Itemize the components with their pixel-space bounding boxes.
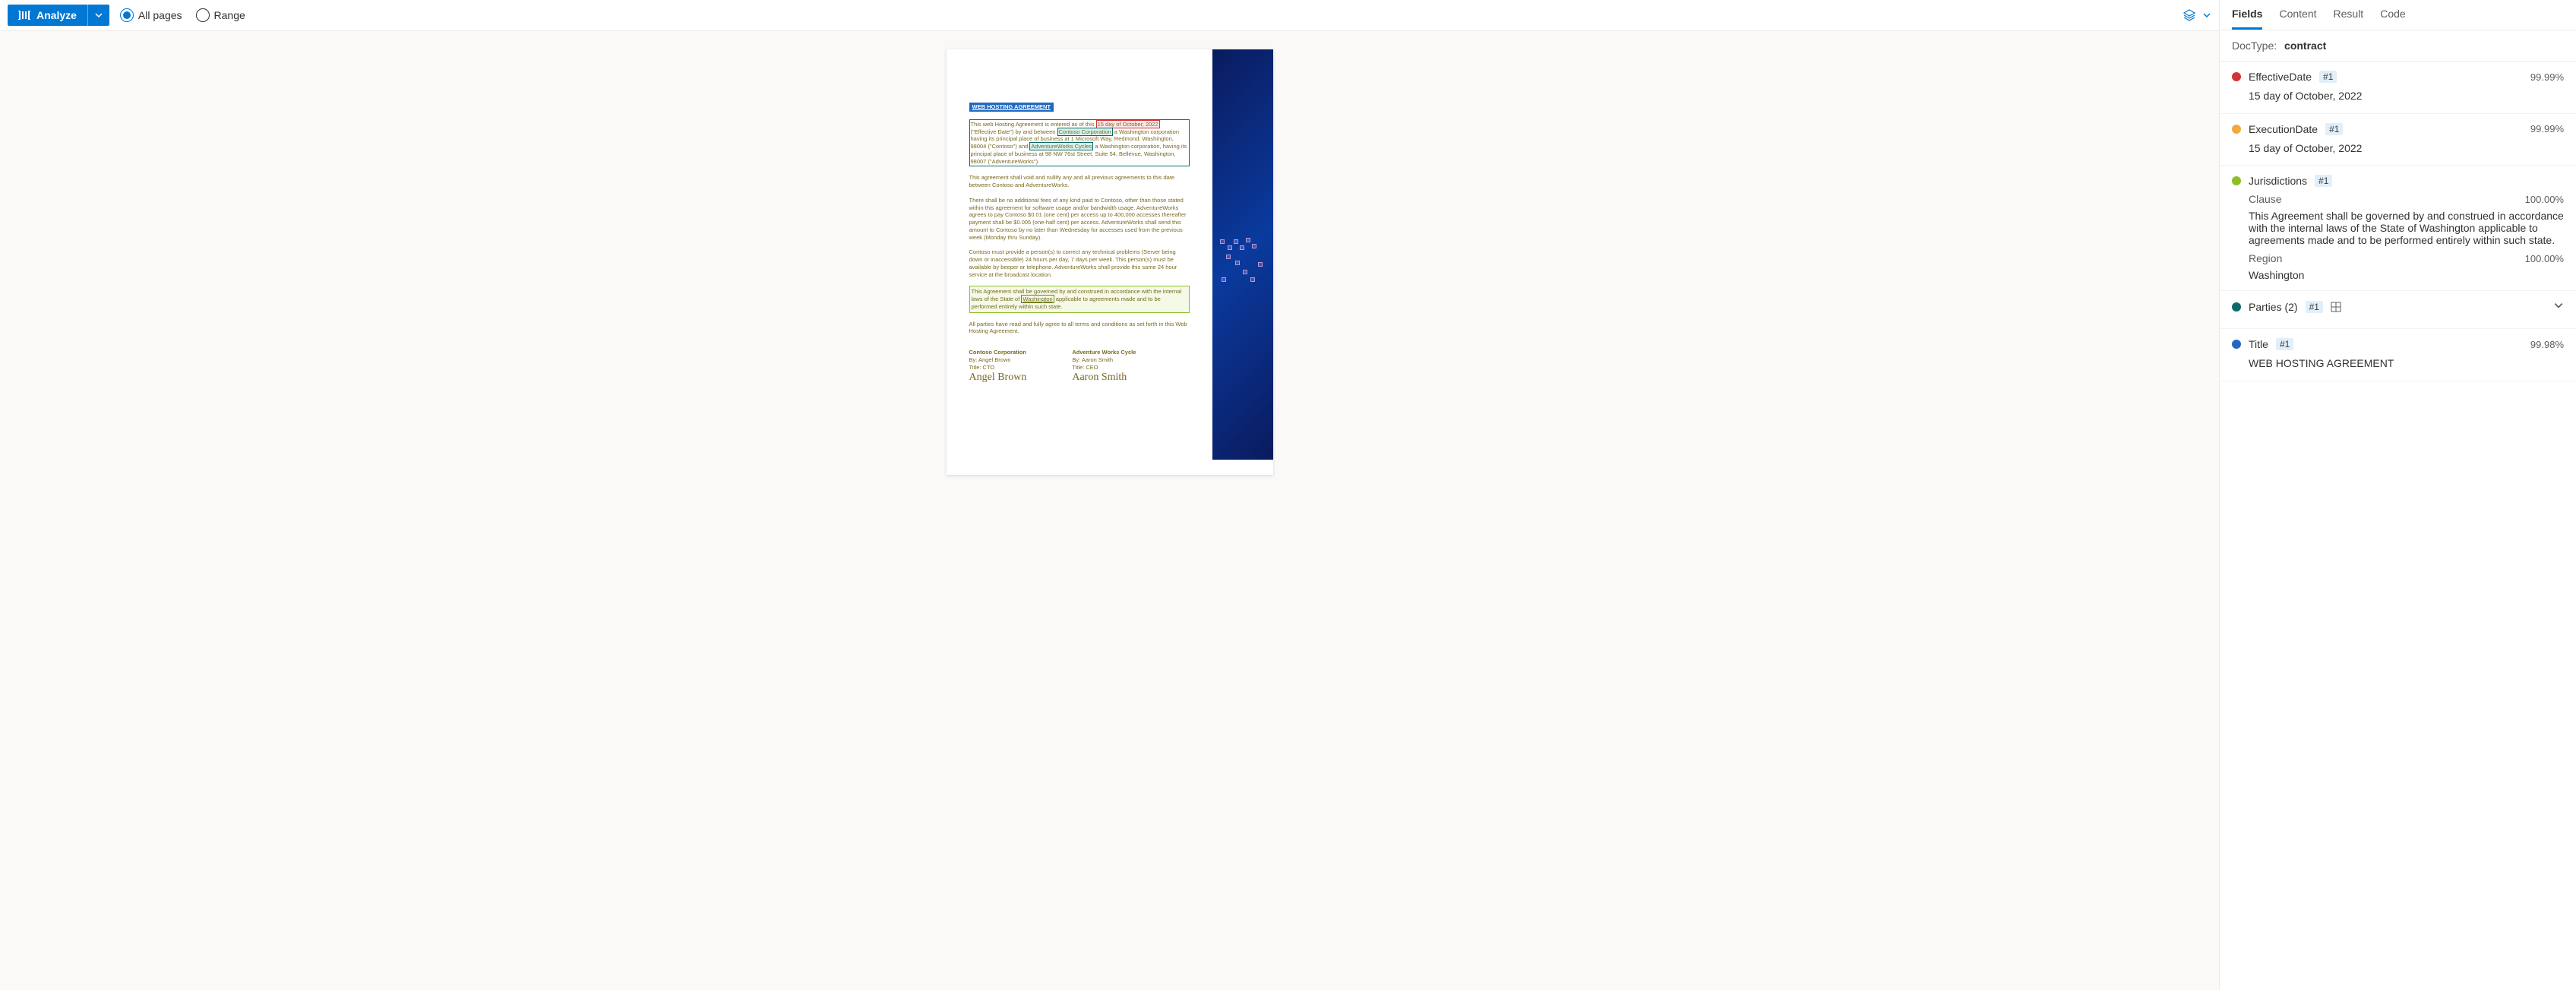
field-badge: #1	[2325, 123, 2343, 135]
field-parties[interactable]: Parties (2) #1	[2220, 291, 2576, 329]
field-swatch	[2232, 72, 2241, 81]
sub-label: Clause	[2249, 193, 2282, 205]
panel-tabs: Fields Content Result Code	[2220, 0, 2576, 30]
field-badge: #1	[2306, 301, 2323, 313]
tab-fields[interactable]: Fields	[2232, 8, 2262, 30]
field-confidence: 99.98%	[2530, 339, 2564, 350]
tab-content[interactable]: Content	[2279, 8, 2316, 30]
layers-icon	[2182, 8, 2196, 22]
radio-icon	[196, 8, 210, 22]
all-pages-label: All pages	[138, 9, 182, 21]
doc-paragraph: This web Hosting Agreement is entered as…	[969, 119, 1190, 167]
doctype-label: DocType:	[2232, 40, 2277, 52]
signature-block: Adventure Works Cycle By: Aaron Smith Ti…	[1072, 349, 1136, 384]
field-jurisdictions[interactable]: Jurisdictions #1 Clause 100.00% This Agr…	[2220, 166, 2576, 291]
field-effective-date[interactable]: EffectiveDate #1 99.99% 15 day of Octobe…	[2220, 62, 2576, 114]
doc-title: WEB HOSTING AGREEMENT	[969, 103, 1054, 112]
field-badge: #1	[2276, 338, 2293, 350]
field-confidence: 99.99%	[2530, 71, 2564, 83]
field-name: Title	[2249, 338, 2268, 350]
document-graphic	[1212, 49, 1273, 460]
toolbar: Analyze All pages Range	[0, 0, 2219, 31]
signature-row: Contoso Corporation By: Angel Brown Titl…	[969, 349, 1250, 384]
field-swatch	[2232, 340, 2241, 349]
doc-paragraph: This agreement shall void and nullify an…	[969, 174, 1190, 189]
doctype-value: contract	[2284, 40, 2326, 52]
table-icon	[2331, 302, 2341, 312]
field-name: Jurisdictions	[2249, 175, 2307, 187]
sub-confidence: 100.00%	[2525, 253, 2564, 264]
document-page: WEB HOSTING AGREEMENT This web Hosting A…	[947, 49, 1273, 475]
field-value: WEB HOSTING AGREEMENT	[2232, 356, 2564, 372]
analyze-button-group: Analyze	[8, 5, 109, 26]
page-scope-radio-group: All pages Range	[120, 8, 245, 22]
tab-result[interactable]: Result	[2334, 8, 2364, 30]
sub-label: Region	[2249, 252, 2282, 264]
field-execution-date[interactable]: ExecutionDate #1 99.99% 15 day of Octobe…	[2220, 114, 2576, 166]
sub-value: Washington	[2232, 269, 2564, 281]
analyze-dropdown-button[interactable]	[87, 5, 109, 26]
document-canvas[interactable]: WEB HOSTING AGREEMENT This web Hosting A…	[0, 31, 2219, 990]
tab-code[interactable]: Code	[2380, 8, 2405, 30]
field-badge: #1	[2319, 71, 2337, 83]
chevron-down-icon	[2553, 300, 2564, 313]
chevron-down-icon	[2202, 11, 2211, 20]
all-pages-radio[interactable]: All pages	[120, 8, 182, 22]
chevron-down-icon	[94, 11, 103, 20]
field-confidence: 99.99%	[2530, 123, 2564, 134]
field-badge: #1	[2315, 175, 2332, 187]
field-title[interactable]: Title #1 99.98% WEB HOSTING AGREEMENT	[2220, 329, 2576, 381]
field-name: ExecutionDate	[2249, 123, 2318, 135]
party2-highlight: AdventureWorks Cycles	[1029, 142, 1093, 150]
jurisdiction-highlight: This Agreement shall be governed by and …	[969, 286, 1190, 312]
analyze-icon	[18, 9, 30, 21]
radio-icon	[120, 8, 134, 22]
field-name: EffectiveDate	[2249, 71, 2312, 83]
analyze-button[interactable]: Analyze	[8, 5, 87, 26]
field-swatch	[2232, 176, 2241, 185]
doc-paragraph: Contoso must provide a person(s) to corr…	[969, 248, 1190, 278]
range-radio[interactable]: Range	[196, 8, 245, 22]
doc-paragraph: There shall be no additional fees of any…	[969, 197, 1190, 242]
field-value: 15 day of October, 2022	[2232, 141, 2564, 157]
field-value: 15 day of October, 2022	[2232, 89, 2564, 104]
party1-highlight: Contoso Corporation	[1057, 128, 1113, 136]
region-highlight: Washington	[1021, 295, 1054, 303]
doctype-row: DocType: contract	[2220, 30, 2576, 62]
field-swatch	[2232, 125, 2241, 134]
range-label: Range	[214, 9, 245, 21]
doc-paragraph: All parties have read and fully agree to…	[969, 321, 1190, 336]
signature-block: Contoso Corporation By: Angel Brown Titl…	[969, 349, 1027, 384]
sub-confidence: 100.00%	[2525, 194, 2564, 205]
analyze-label: Analyze	[36, 9, 77, 21]
field-name: Parties (2)	[2249, 301, 2298, 313]
sub-value: This Agreement shall be governed by and …	[2232, 210, 2564, 246]
layers-control[interactable]	[2182, 8, 2211, 22]
results-panel: Fields Content Result Code DocType: cont…	[2219, 0, 2576, 990]
field-swatch	[2232, 302, 2241, 312]
